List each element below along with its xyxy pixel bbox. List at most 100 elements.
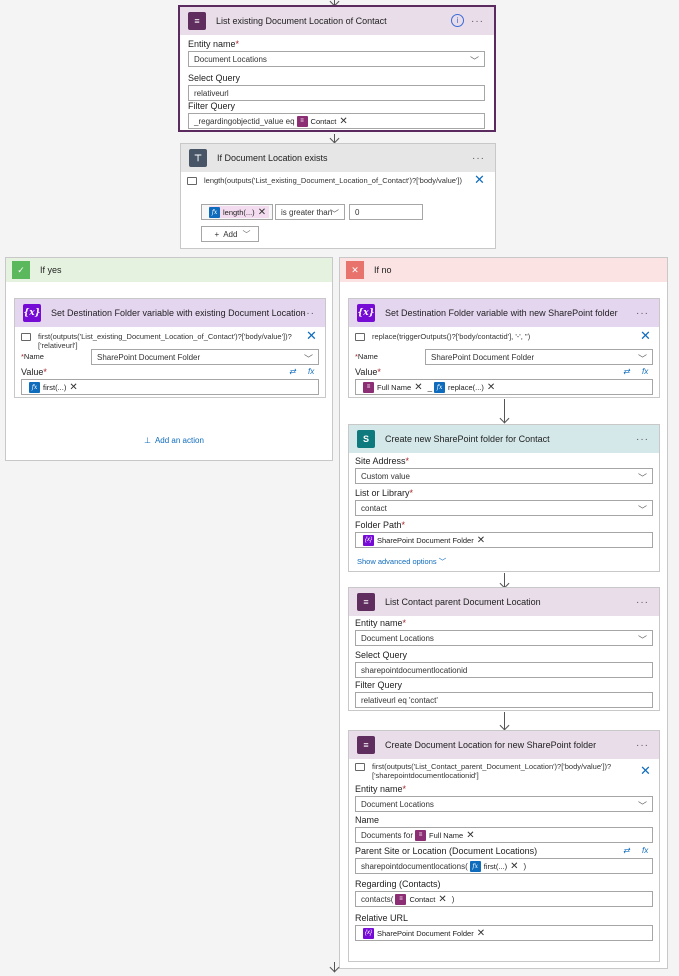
branch-yes-header[interactable]: ✓ If yes (6, 258, 332, 282)
action-card-set-var-existing[interactable]: {x} Set Destination Folder variable with… (14, 298, 326, 398)
action-header[interactable]: ≡ Create Document Location for new Share… (349, 731, 659, 759)
operator-dropdown[interactable]: is greater than ﹀ (275, 204, 345, 220)
branch-no-header[interactable]: ✕ If no (340, 258, 667, 282)
dynamic-token[interactable]: ≡ Contact ✕ (296, 115, 351, 127)
chevron-down-icon: ﹀ (469, 56, 479, 66)
variable-token[interactable]: {x} SharePoint Document Folder ✕ (363, 927, 488, 939)
regarding-input[interactable]: contacts( ≡ Contact ✕ ) (355, 891, 653, 907)
dynamic-token[interactable]: ≡ Contact ✕ (395, 893, 449, 905)
arrow-head (329, 962, 340, 973)
fx-token[interactable]: fx first(...) ✕ (469, 860, 522, 872)
chevron-down-icon: ﹀ (438, 557, 447, 566)
remove-token-icon[interactable]: ✕ (414, 382, 422, 393)
fx-token[interactable]: fx length(...) ✕ (209, 206, 270, 218)
action-card-create-doc-loc[interactable]: ≡ Create Document Location for new Share… (348, 730, 660, 962)
action-header[interactable]: ≡ List existing Document Location of Con… (180, 7, 494, 35)
more-options-icon[interactable]: ··· (636, 308, 649, 319)
condition-title: If Document Location exists (217, 153, 328, 163)
folder-path-input[interactable]: {x} SharePoint Document Folder ✕ (355, 532, 653, 548)
dynamic-token[interactable]: ≡ Full Name ✕ (363, 381, 426, 393)
filter-query-input[interactable]: relativeurl eq 'contact' (355, 692, 653, 708)
fx-token[interactable]: fx first(...) ✕ (29, 381, 81, 393)
fx-icon[interactable]: fx (308, 367, 314, 376)
list-library-dropdown[interactable]: contact ﹀ (355, 500, 653, 516)
more-options-icon[interactable]: ··· (472, 153, 485, 164)
chevron-down-icon: ﹀ (637, 801, 647, 811)
remove-token-icon[interactable]: ✕ (258, 207, 266, 218)
action-card-set-var-new[interactable]: {x} Set Destination Folder variable with… (348, 298, 660, 398)
select-query-input[interactable]: relativeurl (188, 85, 485, 101)
remove-token-icon[interactable]: ✕ (477, 535, 485, 546)
remove-token-icon[interactable]: ✕ (466, 830, 474, 841)
comment-row: first(outputs('List_Contact_parent_Docum… (355, 762, 635, 780)
filter-query-input[interactable]: _regardingobjectid_value eq ≡ Contact ✕ (188, 113, 485, 129)
action-title: Set Destination Folder variable with new… (385, 308, 618, 318)
name-label: *Name (21, 352, 44, 361)
value-input[interactable]: fx first(...) ✕ (21, 379, 319, 395)
condition-icon: ⊤ (189, 149, 207, 167)
parent-site-input[interactable]: sharepointdocumentlocations( fx first(...… (355, 858, 653, 874)
action-card-list-existing[interactable]: ≡ List existing Document Location of Con… (178, 5, 496, 132)
comment-icon (187, 177, 197, 185)
close-comment-icon[interactable]: ✕ (640, 328, 651, 344)
variable-name-dropdown[interactable]: SharePoint Document Folder ﹀ (91, 349, 319, 365)
comment-icon (21, 333, 31, 341)
remove-token-icon[interactable]: ✕ (339, 116, 347, 127)
dynamic-content-icon[interactable]: ⇄ (623, 846, 630, 855)
fx-icon[interactable]: fx (642, 846, 648, 855)
action-header[interactable]: ≡ List Contact parent Document Location … (349, 588, 659, 616)
show-advanced-options-link[interactable]: Show advanced options ﹀ (357, 556, 446, 567)
filter-query-label: Filter Query (188, 101, 236, 111)
remove-token-icon[interactable]: ✕ (510, 861, 518, 872)
name-input[interactable]: Documents for ≡ Full Name ✕ (355, 827, 653, 843)
add-an-action-button[interactable]: ⊥ Add an action (144, 436, 204, 445)
add-row-button[interactable]: + Add ﹀ (201, 226, 259, 242)
value-label: Value* (21, 367, 47, 377)
plus-icon: + (214, 229, 220, 239)
database-icon: ≡ (363, 381, 374, 393)
fx-icon: fx (29, 381, 40, 393)
variable-token[interactable]: {x} SharePoint Document Folder ✕ (363, 534, 488, 546)
action-header[interactable]: S Create new SharePoint folder for Conta… (349, 425, 659, 453)
regarding-label: Regarding (Contacts) (355, 879, 441, 889)
entity-name-dropdown[interactable]: Document Locations ﹀ (355, 630, 653, 646)
chevron-down-icon: ﹀ (303, 354, 313, 364)
value-input[interactable]: ≡ Full Name ✕ _ fx replace(...) ✕ (355, 379, 653, 395)
entity-name-dropdown[interactable]: Document Locations ﹀ (355, 796, 653, 812)
info-icon[interactable]: i (451, 14, 464, 27)
condition-header[interactable]: ⊤ If Document Location exists ··· (181, 144, 495, 172)
action-card-create-folder[interactable]: S Create new SharePoint folder for Conta… (348, 424, 660, 572)
more-options-icon[interactable]: ··· (636, 597, 649, 608)
action-header[interactable]: {x} Set Destination Folder variable with… (349, 299, 659, 327)
more-options-icon[interactable]: ··· (636, 740, 649, 751)
close-comment-icon[interactable]: ✕ (306, 328, 317, 344)
remove-token-icon[interactable]: ✕ (438, 894, 446, 905)
action-header[interactable]: {x} Set Destination Folder variable with… (15, 299, 325, 327)
close-comment-icon[interactable]: ✕ (640, 763, 651, 779)
comment-row: replace(triggerOutputs()?['body/contacti… (355, 332, 635, 341)
close-comment-icon[interactable]: ✕ (474, 172, 485, 188)
remove-token-icon[interactable]: ✕ (487, 382, 495, 393)
variable-name-dropdown[interactable]: SharePoint Document Folder ﹀ (425, 349, 653, 365)
entity-name-dropdown[interactable]: Document Locations ﹀ (188, 51, 485, 67)
action-card-list-parent[interactable]: ≡ List Contact parent Document Location … (348, 587, 660, 711)
dynamic-content-icon[interactable]: ⇄ (623, 367, 630, 376)
condition-card[interactable]: ⊤ If Document Location exists ··· length… (180, 143, 496, 249)
remove-token-icon[interactable]: ✕ (477, 928, 485, 939)
site-address-dropdown[interactable]: Custom value ﹀ (355, 468, 653, 484)
relative-url-input[interactable]: {x} SharePoint Document Folder ✕ (355, 925, 653, 941)
variable-icon: {x} (363, 534, 374, 546)
fx-token[interactable]: fx replace(...) ✕ (434, 381, 498, 393)
select-query-input[interactable]: sharepointdocumentlocationid (355, 662, 653, 678)
dynamic-token[interactable]: ≡ Full Name ✕ (415, 829, 478, 841)
fx-icon[interactable]: fx (642, 367, 648, 376)
more-options-icon[interactable]: ··· (471, 16, 484, 27)
more-options-icon[interactable]: ··· (302, 308, 315, 319)
remove-token-icon[interactable]: ✕ (69, 382, 77, 393)
more-options-icon[interactable]: ··· (636, 434, 649, 445)
dynamic-content-icon[interactable]: ⇄ (289, 367, 296, 376)
comment-icon (355, 333, 365, 341)
select-query-label: Select Query (188, 73, 241, 83)
condition-left-operand[interactable]: fx length(...) ✕ (201, 204, 273, 220)
condition-right-operand[interactable]: 0 (349, 204, 423, 220)
